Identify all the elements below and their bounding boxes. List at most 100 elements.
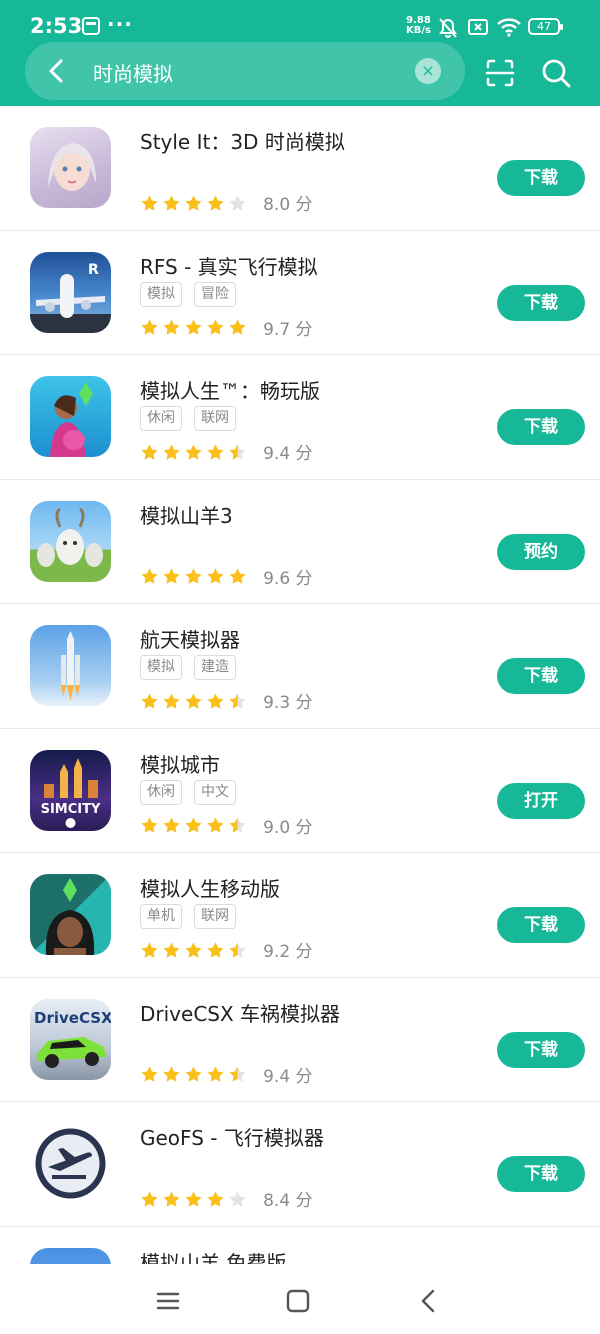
no-sim-icon	[468, 19, 488, 35]
airplane-icon: R	[30, 262, 111, 333]
app-name[interactable]: Style It：3D 时尚模拟	[140, 126, 345, 155]
app-rating: 8.0 分	[140, 190, 313, 215]
list-item[interactable]: DriveCSX DriveCSX 车祸模拟器 9.4 分 下载	[0, 978, 600, 1102]
app-name[interactable]: DriveCSX 车祸模拟器	[140, 998, 340, 1027]
star-icon	[185, 817, 202, 833]
star-icon	[229, 568, 246, 584]
star-icon	[141, 319, 158, 335]
list-item[interactable]: 模拟人生™：畅玩版 休闲 联网 9.4 分 下载	[0, 355, 600, 480]
scan-icon[interactable]	[482, 55, 518, 91]
app-icon-goat-simulator-free[interactable]	[30, 1247, 111, 1264]
app-name[interactable]: GeoFS - 飞行模拟器	[140, 1122, 324, 1151]
star-icon	[185, 1190, 202, 1207]
clear-search-button[interactable]: ×	[415, 58, 441, 84]
star-icon	[163, 941, 180, 958]
list-item[interactable]: GeoFS - 飞行模拟器 8.4 分 下载	[0, 1102, 600, 1227]
menu-icon[interactable]	[153, 1286, 183, 1316]
app-icon-goat-simulator-3[interactable]	[30, 500, 111, 582]
app-icon-simcity[interactable]: SIMCITY	[30, 749, 111, 831]
app-tags: 休闲 联网	[140, 406, 248, 431]
mute-bell-icon	[439, 18, 457, 38]
download-button[interactable]: 下载	[497, 284, 585, 321]
app-tag: 联网	[194, 904, 236, 929]
star-icon	[207, 319, 224, 335]
download-button[interactable]: 下载	[497, 658, 585, 694]
app-name[interactable]: 航天模拟器	[140, 624, 240, 653]
app-icon-spaceflight-simulator[interactable]	[30, 625, 111, 706]
star-rating	[140, 193, 250, 213]
app-name[interactable]: 模拟城市	[140, 749, 220, 778]
star-icon	[163, 568, 180, 584]
search-icon[interactable]	[538, 55, 574, 91]
download-button[interactable]: 下载	[497, 409, 585, 445]
app-name[interactable]: RFS - 真实飞行模拟	[140, 251, 318, 280]
app-icon-rfs[interactable]: R	[30, 251, 111, 333]
star-icon	[229, 692, 246, 709]
more-notifications-icon: ···	[107, 12, 133, 36]
search-input[interactable]: 时尚模拟	[93, 58, 173, 87]
app-list[interactable]: Style It：3D 时尚模拟 8.0 分 下载 R RFS - 真实飞行模拟…	[0, 106, 600, 1264]
star-icon	[163, 443, 180, 460]
star-icon	[229, 194, 246, 211]
home-icon[interactable]	[283, 1286, 313, 1316]
download-button[interactable]: 下载	[497, 1031, 585, 1068]
app-tag: 模拟	[140, 655, 182, 680]
star-icon	[141, 194, 158, 211]
app-rating: 9.0 分	[140, 813, 313, 838]
app-icon-style-it[interactable]	[30, 127, 111, 208]
app-tag: 建造	[194, 655, 236, 680]
header: 2:53 ··· 9.88 KB/s 47 时尚模拟 ×	[0, 0, 600, 106]
sims-character-icon	[50, 382, 93, 457]
wifi-icon	[497, 18, 521, 37]
app-score: 9.4 分	[263, 444, 313, 464]
list-item[interactable]: 模拟山羊3 9.6 分 预约	[0, 480, 600, 604]
star-rating	[140, 317, 250, 337]
star-icon	[185, 692, 202, 709]
list-item[interactable]: SIMCITY 模拟城市 休闲 中文 9.0 分 打开	[0, 729, 600, 853]
app-score: 8.0 分	[263, 195, 313, 215]
app-name[interactable]: 模拟人生移动版	[140, 873, 280, 902]
app-tag: 休闲	[140, 779, 182, 805]
sims-woman-icon	[45, 878, 95, 955]
download-button[interactable]: 下载	[497, 907, 585, 943]
app-tag: 单机	[140, 904, 182, 929]
open-button[interactable]: 打开	[497, 782, 585, 819]
app-icon-sims-mobile[interactable]	[30, 874, 111, 955]
download-button[interactable]: 下载	[497, 1156, 585, 1192]
app-rating: 9.6 分	[140, 564, 313, 589]
star-icon	[207, 568, 224, 584]
download-button[interactable]: 下载	[497, 160, 585, 196]
star-icon	[229, 319, 246, 335]
star-icon	[229, 817, 246, 833]
star-rating	[140, 566, 250, 586]
app-score: 9.6 分	[263, 568, 313, 589]
app-rating: 8.4 分	[140, 1186, 313, 1211]
back-arrow-icon[interactable]	[39, 53, 75, 89]
app-tag: 冒险	[194, 281, 236, 307]
list-item[interactable]: 航天模拟器 模拟 建造 9.3 分 下载	[0, 604, 600, 729]
list-item[interactable]: 模拟人生移动版 单机 联网 9.2 分 下载	[0, 853, 600, 978]
list-item[interactable]: Style It：3D 时尚模拟 8.0 分 下载	[0, 106, 600, 231]
app-name[interactable]: 模拟人生™：畅玩版	[140, 375, 320, 404]
app-icon-drivecsx[interactable]: DriveCSX	[30, 998, 111, 1080]
city-skyline-icon: SIMCITY	[41, 757, 101, 828]
network-speed-unit: KB/s	[406, 25, 431, 36]
app-name[interactable]: 模拟山羊 免费版	[140, 1247, 286, 1265]
app-tag: 中文	[194, 779, 236, 805]
app-rating: 9.2 分	[140, 937, 313, 962]
back-icon[interactable]	[414, 1286, 444, 1316]
list-item[interactable]: R RFS - 真实飞行模拟 模拟 冒险 9.7 分 下载	[0, 231, 600, 355]
reserve-button[interactable]: 预约	[497, 533, 585, 570]
app-icon-sims-freeplay[interactable]	[30, 376, 111, 457]
star-icon	[141, 941, 158, 958]
app-icon-geofs[interactable]	[30, 1123, 111, 1204]
star-icon	[163, 692, 180, 709]
star-icon	[185, 319, 202, 335]
app-tags: 模拟 建造	[140, 655, 248, 680]
search-bar[interactable]: 时尚模拟 ×	[25, 42, 465, 100]
app-name[interactable]: 模拟山羊3	[140, 500, 233, 529]
app-score: 9.7 分	[263, 319, 313, 340]
star-icon	[207, 941, 224, 958]
list-item[interactable]: 模拟山羊 免费版	[0, 1227, 600, 1265]
star-icon	[141, 1190, 158, 1207]
